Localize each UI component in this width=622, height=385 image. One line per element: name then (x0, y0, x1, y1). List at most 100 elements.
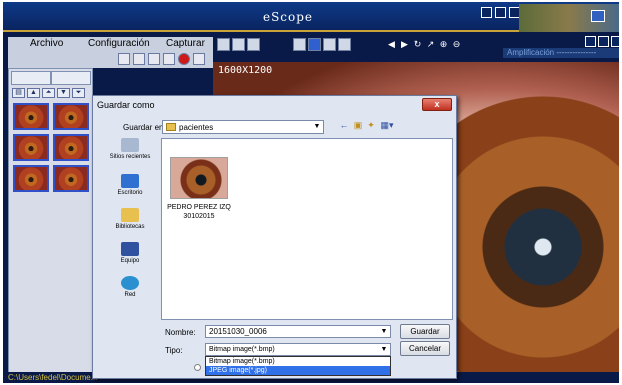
place-label: Bibliotecas (115, 224, 145, 230)
place-label: Escritorio (117, 190, 143, 196)
file-list[interactable]: PEDRO PEREZ IZQ 30102015 (161, 138, 453, 320)
libraries-icon (121, 208, 139, 222)
amplification-value: --------------- (556, 48, 597, 57)
first-icon[interactable]: ▤ (12, 88, 25, 98)
app-title: eScope (262, 10, 314, 24)
thumbnail-image[interactable] (13, 103, 49, 130)
desktop-icon (121, 174, 139, 188)
filetype-dropdown: Bitmap image(*.bmp) JPEG image(*.jpg) (205, 356, 391, 376)
place-recent[interactable]: Sitios recientes (101, 138, 159, 160)
chevron-down-icon[interactable]: ▼ (379, 327, 389, 337)
filetype-value: Bitmap image(*.bmp) (209, 346, 275, 353)
place-libraries[interactable]: Bibliotecas (101, 208, 159, 230)
capture-toolbar (8, 51, 213, 68)
thumbnail-image[interactable] (53, 165, 89, 192)
resolution-label: 1600X1200 (218, 65, 273, 76)
place-computer[interactable]: Equipo (101, 242, 159, 264)
zoom-in-icon[interactable]: ⊕ (438, 39, 449, 50)
grid-icon[interactable] (217, 38, 230, 51)
folder-icon (166, 123, 176, 131)
menu-bar: Archivo Configuración Capturar (8, 37, 213, 51)
cancel-button[interactable]: Cancelar (400, 341, 450, 356)
measure-icon[interactable] (293, 38, 306, 51)
thumbnail-panel: ▤ ▲ ⏶ ▼ ⏷ (8, 68, 93, 378)
text-icon[interactable] (308, 38, 321, 51)
image-close-button[interactable] (611, 36, 619, 47)
arrow-right-icon[interactable]: ▶ (399, 39, 410, 50)
menu-configuracion[interactable]: Configuración (88, 38, 150, 49)
dialog-title: Guardar como (97, 100, 155, 110)
settings-icon[interactable] (193, 53, 205, 65)
thumbnail-image[interactable] (13, 165, 49, 192)
save-in-select[interactable]: pacientes ▼ (162, 120, 324, 134)
filetype-option-jpg[interactable]: JPEG image(*.jpg) (206, 366, 390, 375)
down-icon[interactable]: ▼ (57, 88, 70, 98)
save-in-label: Guardar en: (123, 123, 166, 132)
thumbnail-image[interactable] (13, 134, 49, 161)
bottom-icon[interactable]: ⏷ (72, 88, 85, 98)
save-icon[interactable] (163, 53, 175, 65)
image-icon[interactable] (247, 38, 260, 51)
record-icon[interactable] (178, 53, 190, 65)
chevron-down-icon[interactable]: ▼ (379, 345, 389, 355)
zoom-out-icon[interactable]: ⊖ (451, 39, 462, 50)
file-name-line: 30102015 (183, 213, 215, 220)
status-path: C:\Users\fedel\Docume... (8, 373, 98, 382)
capture-icon[interactable] (118, 53, 130, 65)
menu-archivo[interactable]: Archivo (30, 38, 63, 49)
filename-value: 20151030_0006 (209, 327, 267, 336)
filename-input[interactable]: 20151030_0006 ▼ (205, 325, 391, 338)
place-label: Sitios recientes (109, 154, 151, 160)
filetype-option-bmp[interactable]: Bitmap image(*.bmp) (206, 357, 390, 366)
up-icon[interactable]: ▲ (27, 88, 40, 98)
network-icon (121, 276, 139, 290)
file-name: PEDRO PEREZ IZQ 30102015 (162, 203, 236, 221)
image-minimize-button[interactable] (585, 36, 596, 47)
computer-icon (121, 242, 139, 256)
title-bar-photo (519, 4, 619, 32)
file-thumbnail[interactable] (170, 157, 228, 199)
title-bar: eScope (3, 2, 619, 32)
top-icon[interactable]: ⏶ (42, 88, 55, 98)
place-label: Equipo (120, 258, 140, 264)
menu-capturar[interactable]: Capturar (166, 38, 205, 49)
filetype-select[interactable]: Bitmap image(*.bmp) ▼ (205, 343, 391, 356)
up-folder-icon[interactable]: ▣ (352, 120, 364, 134)
dialog-close-button[interactable]: x (422, 98, 452, 111)
save-as-dialog: Guardar como x Guardar en: pacientes ▼ ←… (92, 95, 457, 379)
gallery-tab[interactable] (51, 71, 91, 85)
recent-places-icon (121, 138, 139, 152)
minimize-button[interactable] (481, 7, 492, 18)
compare-icon[interactable] (232, 38, 245, 51)
place-desktop[interactable]: Escritorio (101, 174, 159, 196)
monitor-icon[interactable] (591, 10, 605, 22)
amplification-field[interactable]: Amplificación --------------- (503, 48, 619, 58)
rotate-icon[interactable]: ↻ (412, 39, 423, 50)
back-icon[interactable]: ← (338, 120, 350, 134)
save-in-value: pacientes (179, 123, 214, 132)
amplification-label: Amplificación (507, 48, 555, 57)
radio-button[interactable] (194, 364, 201, 371)
shape-icon[interactable] (323, 38, 336, 51)
thumbnail-image[interactable] (53, 134, 89, 161)
crosshair-icon[interactable] (148, 53, 160, 65)
new-folder-icon[interactable]: ✦ (365, 120, 377, 134)
view-menu-icon[interactable]: ▦▾ (379, 120, 395, 134)
place-network[interactable]: Red (101, 276, 159, 298)
camera-tab[interactable] (11, 71, 51, 85)
arrow-left-icon[interactable]: ◀ (386, 39, 397, 50)
file-name-line: PEDRO PEREZ IZQ (167, 204, 231, 211)
maximize-button[interactable] (495, 7, 506, 18)
draw-icon[interactable] (338, 38, 351, 51)
chevron-down-icon[interactable]: ▼ (312, 122, 322, 132)
filename-label: Nombre: (165, 328, 196, 337)
save-button[interactable]: Guardar (400, 324, 450, 339)
image-maximize-button[interactable] (598, 36, 609, 47)
flip-icon[interactable]: ↗ (425, 39, 436, 50)
thumbnail-image[interactable] (53, 103, 89, 130)
places-bar: Sitios recientes Escritorio Bibliotecas … (101, 138, 159, 318)
filetype-label: Tipo: (165, 346, 183, 355)
photo-icon[interactable] (133, 53, 145, 65)
place-label: Red (124, 292, 136, 298)
escope-window: eScope Archivo Configuración Capturar ◀ … (3, 2, 619, 383)
